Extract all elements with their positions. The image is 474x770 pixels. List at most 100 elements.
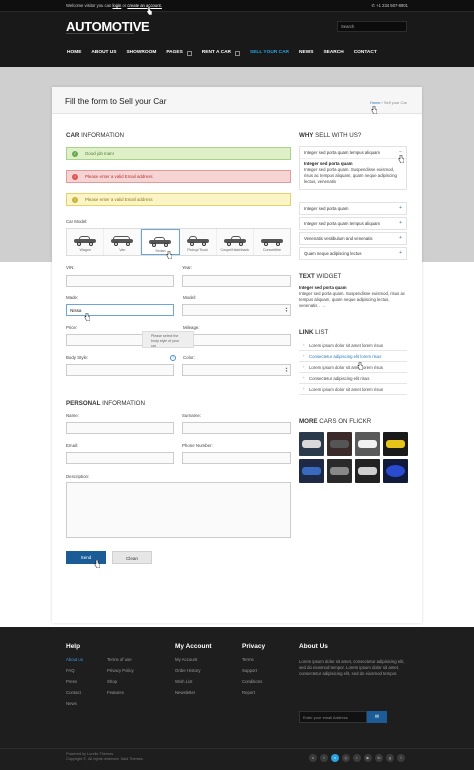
site-logo[interactable]: AUTOMOTIVE xyxy=(66,19,150,34)
footer-link[interactable]: Report xyxy=(242,690,255,695)
check-icon: ✓ xyxy=(72,151,78,157)
car-info-heading-bold: CAR xyxy=(66,132,80,139)
nav-rent[interactable]: RENT A CAR xyxy=(197,44,245,62)
vin-label: VIN: xyxy=(66,265,75,270)
link-list-item[interactable]: Lorem ipsum dolor sit amet lorem risus xyxy=(299,340,407,351)
arrow-right-icon[interactable]: → xyxy=(321,303,325,308)
accordion-item[interactable]: Venenatis vestibulum and venenatis + xyxy=(299,232,407,245)
nav-sell[interactable]: SELL YOUR CAR xyxy=(245,44,294,62)
footer-link[interactable]: FAQ xyxy=(66,668,75,673)
facebook-icon[interactable]: f xyxy=(397,754,405,762)
newsletter-email-input[interactable]: Enter your email Address xyxy=(299,711,367,723)
youtube-icon[interactable]: ▶ xyxy=(364,754,372,762)
footer-link[interactable]: Contact xyxy=(66,690,81,695)
footer-link[interactable]: News xyxy=(66,701,77,706)
footer-link[interactable]: Terms xyxy=(242,657,254,662)
link-list-item[interactable]: Consectetur adipiscing elit lorem risus xyxy=(299,351,407,362)
googleplus-icon[interactable]: g xyxy=(386,754,394,762)
rss-icon[interactable]: r xyxy=(353,754,361,762)
body-style-select[interactable] xyxy=(66,364,174,376)
car-option-label: Sedan xyxy=(155,249,166,253)
flickr-thumb[interactable] xyxy=(327,432,352,456)
footer-link[interactable]: Features xyxy=(107,690,124,695)
description-textarea[interactable] xyxy=(66,482,291,538)
accordion-item[interactable]: Integer sed porta quam + xyxy=(299,202,407,215)
flickr-thumb[interactable] xyxy=(299,459,324,483)
year-input[interactable] xyxy=(182,275,291,287)
accordion-item[interactable]: Quam neque adipiscing lectus + xyxy=(299,247,407,260)
footer-link[interactable]: Privacy Policy xyxy=(107,668,134,673)
breadcrumb-current: Sell your Car xyxy=(383,100,407,105)
phone-input[interactable] xyxy=(182,452,291,464)
flickr-thumb[interactable] xyxy=(327,459,352,483)
send-button[interactable]: Send xyxy=(66,551,106,564)
nav-showroom[interactable]: SHOWROOM xyxy=(121,44,161,62)
dropdown-icon xyxy=(235,50,241,56)
vimeo-icon[interactable]: v xyxy=(331,754,339,762)
email-input[interactable] xyxy=(66,452,174,464)
footer-link[interactable]: Wish List xyxy=(175,679,192,684)
header-search-input[interactable]: Search xyxy=(337,21,407,32)
footer-link[interactable]: Newsletter xyxy=(175,690,195,695)
car-option-sedan[interactable]: Sedan xyxy=(141,229,180,255)
accordion-title: Quam neque adipiscing lectus xyxy=(304,251,362,256)
car-option-wagon[interactable]: Wagon xyxy=(67,229,105,255)
accordion-header[interactable]: Integer sed porta quam tempus aliquam − xyxy=(300,147,406,158)
footer-link[interactable]: About us xyxy=(66,657,83,662)
link-list-item[interactable]: Lorem ipsum dolor sit amet lorem risus xyxy=(299,362,407,373)
footer-link[interactable]: Press xyxy=(66,679,77,684)
mail-icon[interactable]: ✉ xyxy=(367,711,387,723)
flickr-thumb[interactable] xyxy=(355,432,380,456)
car-option-pickup[interactable]: Pickup/Truck xyxy=(180,229,217,255)
made-input[interactable]: Nissa xyxy=(66,304,174,316)
car-option-coupe[interactable]: Coupe/Hatchback xyxy=(217,229,254,255)
footer-link[interactable]: Order History xyxy=(175,668,201,673)
success-alert: ✓ Good job man! xyxy=(66,147,291,160)
skype-icon[interactable]: s xyxy=(309,754,317,762)
nav-news[interactable]: NEWS xyxy=(294,44,318,62)
flickr-thumb[interactable] xyxy=(355,459,380,483)
color-select[interactable]: ▲ ▼ xyxy=(182,364,291,376)
flickr-heading-bold: MORE xyxy=(299,418,318,425)
dribbble-icon[interactable]: ◎ xyxy=(342,754,350,762)
name-input[interactable] xyxy=(66,422,174,434)
twitter-icon[interactable]: t xyxy=(320,754,328,762)
phone-number: ✆ +1 234 567-8901 xyxy=(372,3,408,8)
nav-contact[interactable]: CONTACT xyxy=(349,44,382,62)
nav-home[interactable]: HOME xyxy=(62,44,86,62)
breadcrumb-home[interactable]: Home xyxy=(370,100,381,105)
linkedin-icon[interactable]: in xyxy=(375,754,383,762)
nav-search[interactable]: SEARCH xyxy=(318,44,348,62)
personal-info-heading-rest: INFORMATION xyxy=(100,400,145,407)
accordion-item[interactable]: Integer sed porta quam tempus aliquam + xyxy=(299,217,407,230)
help-icon[interactable]: ? xyxy=(170,355,176,361)
main-nav: HOME ABOUT US SHOWROOM PAGES RENT A CAR … xyxy=(62,44,382,62)
login-link[interactable]: login xyxy=(112,3,121,8)
car-model-selector: Wagon Van Sedan Pickup/Truck Coupe/Hatch… xyxy=(66,228,291,256)
link-list-item[interactable]: Lorem ipsum dolor sit amet lorem risus xyxy=(299,384,407,395)
flickr-thumb[interactable] xyxy=(383,432,408,456)
flickr-thumb[interactable] xyxy=(383,459,408,483)
link-list-heading-rest: LIST xyxy=(313,329,329,336)
link-list-item[interactable]: Consectetur adipiscing elit risus xyxy=(299,373,407,384)
vin-input[interactable] xyxy=(66,275,174,287)
footer-link[interactable]: Terms of use xyxy=(107,657,132,662)
success-alert-text: Good job man! xyxy=(85,151,114,156)
accordion-body: Integer sed porta quam Integer sed porta … xyxy=(300,158,406,189)
nav-rent-label: RENT A CAR xyxy=(201,50,232,55)
flickr-thumb[interactable] xyxy=(299,432,324,456)
car-option-convertible[interactable]: Convertible xyxy=(254,229,290,255)
clean-button[interactable]: Clean xyxy=(112,551,152,564)
footer-link[interactable]: Support xyxy=(242,668,257,673)
footer-link[interactable]: Shop xyxy=(107,679,117,684)
nav-pages[interactable]: PAGES xyxy=(161,44,196,62)
footer-link[interactable]: Conditions xyxy=(242,679,262,684)
surname-input[interactable] xyxy=(182,422,291,434)
model-select[interactable]: ▲ ▼ xyxy=(182,304,291,316)
accordion-title: Integer sed porta quam tempus aliquam xyxy=(304,150,380,155)
footer-link[interactable]: My Account xyxy=(175,657,197,662)
car-option-van[interactable]: Van xyxy=(104,229,142,255)
mileage-input[interactable] xyxy=(182,334,291,346)
nav-about[interactable]: ABOUT US xyxy=(86,44,121,62)
create-account-link[interactable]: create an account. xyxy=(127,3,161,8)
